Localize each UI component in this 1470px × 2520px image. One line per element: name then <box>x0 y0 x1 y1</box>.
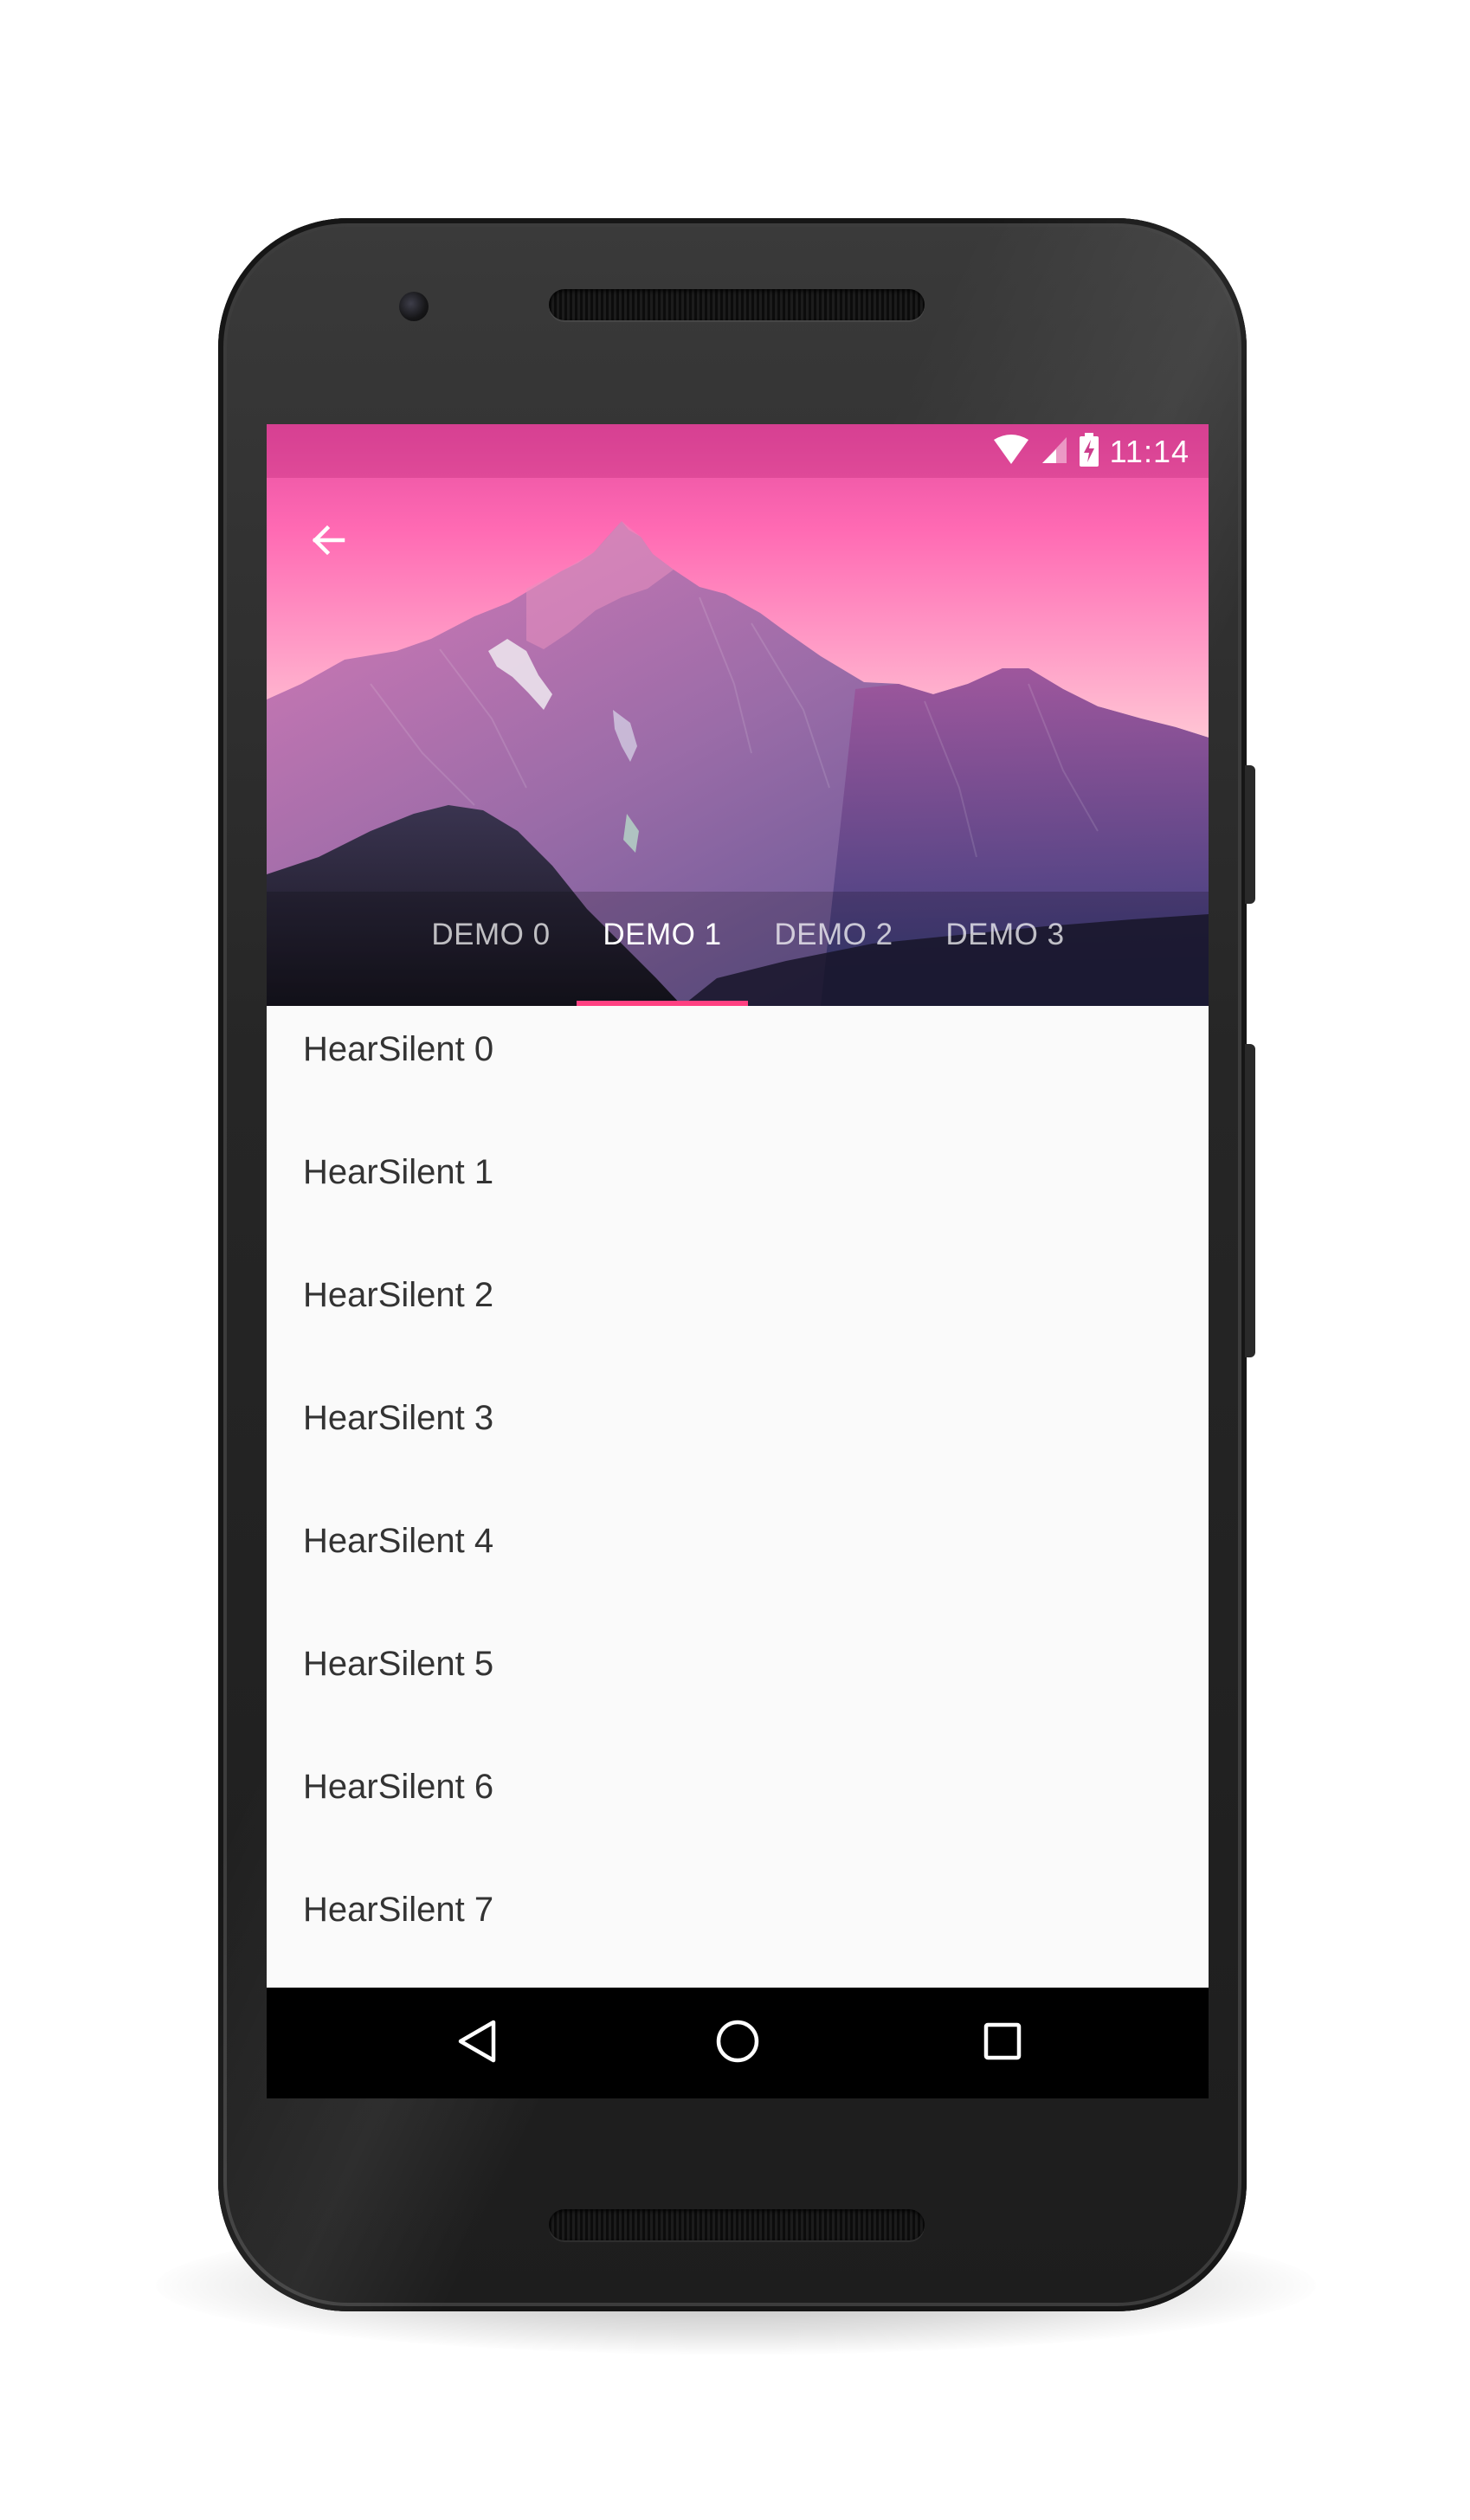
list-item[interactable]: HearSilent 5 <box>267 1621 1209 1743</box>
tab-label: DEMO 2 <box>774 918 893 951</box>
list-item[interactable]: HearSilent 7 <box>267 1866 1209 1988</box>
list-item[interactable]: HearSilent 3 <box>267 1375 1209 1498</box>
wifi-icon <box>992 434 1030 470</box>
system-nav-bar <box>267 1988 1209 2098</box>
tab-demo-1[interactable]: DEMO 1 <box>577 911 748 1006</box>
circle-home-icon <box>715 2019 760 2068</box>
tab-label: DEMO 0 <box>431 918 551 951</box>
tab-bar: DEMO 0 DEMO 1 DEMO 2 DEMO 3 <box>405 911 1091 1006</box>
nav-back-button[interactable] <box>450 2015 506 2071</box>
tab-demo-2[interactable]: DEMO 2 <box>748 911 919 1006</box>
battery-charging-icon <box>1079 432 1099 472</box>
arrow-back-icon <box>308 519 350 565</box>
front-camera <box>399 292 429 321</box>
volume-button <box>1245 1044 1255 1357</box>
tab-demo-3[interactable]: DEMO 3 <box>919 911 1091 1006</box>
back-button[interactable] <box>303 516 355 568</box>
bottom-speaker-grille <box>549 2209 925 2240</box>
nav-home-button[interactable] <box>710 2015 765 2071</box>
header-image: 11:14 DEMO 0 DEMO 1 DEMO 2 DEMO 3 <box>267 424 1209 1006</box>
device-mockup: 11:14 DEMO 0 DEMO 1 DEMO 2 DEMO 3 HearSi… <box>0 0 1470 2520</box>
list-item[interactable]: HearSilent 2 <box>267 1252 1209 1375</box>
square-recents-icon <box>983 2022 1022 2065</box>
list-item[interactable]: HearSilent 0 <box>267 1006 1209 1129</box>
phone-screen: 11:14 DEMO 0 DEMO 1 DEMO 2 DEMO 3 HearSi… <box>267 424 1209 2098</box>
list-item[interactable]: HearSilent 6 <box>267 1743 1209 1866</box>
tab-label: DEMO 3 <box>945 918 1065 951</box>
status-icons: 11:14 <box>992 432 1190 472</box>
power-button <box>1245 765 1255 904</box>
item-list[interactable]: HearSilent 0 HearSilent 1 HearSilent 2 H… <box>267 1006 1209 1988</box>
list-item[interactable]: HearSilent 4 <box>267 1498 1209 1621</box>
triangle-back-icon <box>457 2019 499 2068</box>
tab-label: DEMO 1 <box>603 918 722 951</box>
top-speaker-grille <box>549 289 925 320</box>
list-item[interactable]: HearSilent 1 <box>267 1129 1209 1252</box>
cell-signal-icon <box>1041 435 1068 469</box>
nav-recents-button[interactable] <box>975 2015 1030 2071</box>
tab-demo-0[interactable]: DEMO 0 <box>405 911 577 1006</box>
status-bar: 11:14 <box>267 424 1209 478</box>
status-time: 11:14 <box>1109 434 1190 469</box>
